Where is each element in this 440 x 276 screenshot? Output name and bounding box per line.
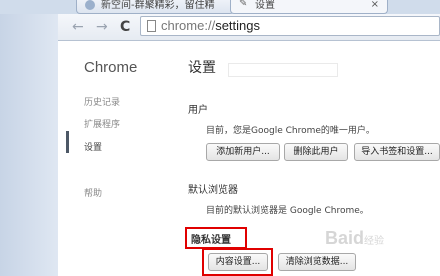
search-input[interactable] (228, 63, 338, 77)
default-browser-heading: 默认浏览器 (188, 185, 238, 196)
page-title: 设置 (188, 60, 216, 76)
url-text: chrome://settings (161, 18, 260, 33)
tab-settings[interactable]: ✎ 设置 × (230, 0, 388, 14)
wrench-icon: ✎ (239, 0, 248, 9)
reload-button[interactable]: C (120, 20, 130, 34)
privacy-heading: 隐私设置 (191, 235, 231, 246)
active-indicator (66, 131, 69, 153)
baidu-watermark: Baid经验 (325, 228, 385, 248)
favicon-icon (85, 0, 95, 10)
users-text: 目前，您是Google Chrome的唯一用户。 (206, 126, 375, 136)
import-bookmarks-button[interactable]: 导入书签和设置... (354, 143, 440, 161)
sidebar-item-settings[interactable]: 设置 (84, 140, 102, 153)
users-heading: 用户 (188, 105, 208, 116)
tab-baidu[interactable]: 新空间-群聚精彩，留住精 (76, 0, 234, 14)
sidebar-item-history[interactable]: 历史记录 (84, 95, 120, 108)
delete-user-button[interactable]: 删除此用户 (284, 143, 348, 161)
close-icon[interactable]: × (371, 0, 379, 11)
back-button[interactable]: ← (72, 20, 84, 34)
window-frame-left (0, 0, 58, 276)
tab-label: 新空间-群聚精彩，留住精 (101, 0, 215, 11)
sidebar-item-extensions[interactable]: 扩展程序 (84, 117, 120, 130)
add-user-button[interactable]: 添加新用户... (206, 143, 280, 161)
content-settings-button[interactable]: 内容设置... (208, 253, 268, 271)
clear-browsing-data-button[interactable]: 清除浏览数据... (278, 253, 356, 271)
sidebar-title: Chrome (84, 59, 138, 76)
forward-button[interactable]: → (96, 20, 108, 34)
tab-label: 设置 (255, 0, 275, 11)
page-icon (147, 20, 156, 32)
address-bar[interactable]: chrome://settings (140, 16, 440, 36)
default-browser-text: 目前的默认浏览器是 Google Chrome。 (206, 206, 369, 216)
sidebar-item-help[interactable]: 帮助 (84, 186, 102, 199)
